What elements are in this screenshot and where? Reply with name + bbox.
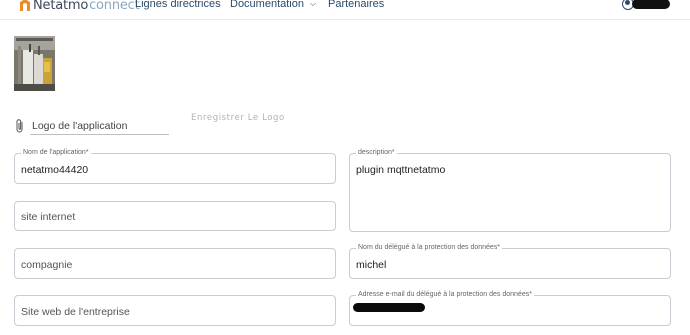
app-logo-photo: [14, 36, 55, 91]
app-logo-field-underline: [30, 134, 169, 135]
app-logo-upload-field[interactable]: Logo de l'application: [32, 120, 127, 132]
top-navbar: Netatmo connect Lignes directrices Docum…: [0, 0, 690, 18]
description-label: description*: [356, 149, 397, 156]
description-value: plugin mqttnetatmo: [356, 164, 446, 176]
save-logo-button[interactable]: Enregistrer Le Logo: [191, 113, 285, 123]
company-website-field[interactable]: Site web de l'entreprise: [14, 295, 336, 326]
nav-link-partners[interactable]: Partenaires: [328, 0, 384, 10]
dpo-name-label: Nom du délégué à la protection des donné…: [356, 244, 503, 251]
app-logo-image: [14, 36, 55, 91]
brand-logo[interactable]: Netatmo connect: [20, 0, 140, 13]
user-menu[interactable]: [620, 0, 672, 12]
paperclip-icon[interactable]: [15, 118, 25, 134]
brand-suffix: connect: [89, 0, 140, 13]
company-placeholder: compagnie: [21, 259, 73, 271]
brand-name: Netatmo: [33, 0, 89, 13]
dpo-name-field[interactable]: Nom du délégué à la protection des donné…: [349, 244, 671, 279]
website-field[interactable]: site internet: [14, 201, 336, 231]
nav-link-documentation[interactable]: Documentation ⌵: [230, 0, 316, 10]
redacted-email: [353, 303, 425, 312]
nav-link-guidelines[interactable]: Lignes directrices: [135, 0, 221, 10]
app-name-value: netatmo44420: [21, 164, 89, 176]
website-placeholder: site internet: [21, 211, 76, 223]
company-website-placeholder: Site web de l'entreprise: [21, 306, 130, 318]
netatmo-logo-icon: [20, 0, 30, 11]
company-field[interactable]: compagnie: [14, 248, 336, 279]
app-name-label: Nom de l'application*: [21, 149, 91, 156]
nav-link-documentation-label: Documentation: [230, 0, 304, 10]
description-field[interactable]: description* plugin mqttnetatmo: [349, 149, 671, 232]
navbar-divider: [0, 19, 690, 20]
redacted-username: [632, 0, 670, 9]
chevron-down-icon: ⌵: [310, 0, 317, 8]
dpo-email-label: Adresse e-mail du délégué à la protectio…: [356, 291, 534, 298]
dpo-name-value: michel: [356, 259, 387, 271]
dpo-email-field[interactable]: Adresse e-mail du délégué à la protectio…: [349, 291, 671, 326]
app-name-field[interactable]: Nom de l'application* netatmo44420: [14, 149, 336, 184]
